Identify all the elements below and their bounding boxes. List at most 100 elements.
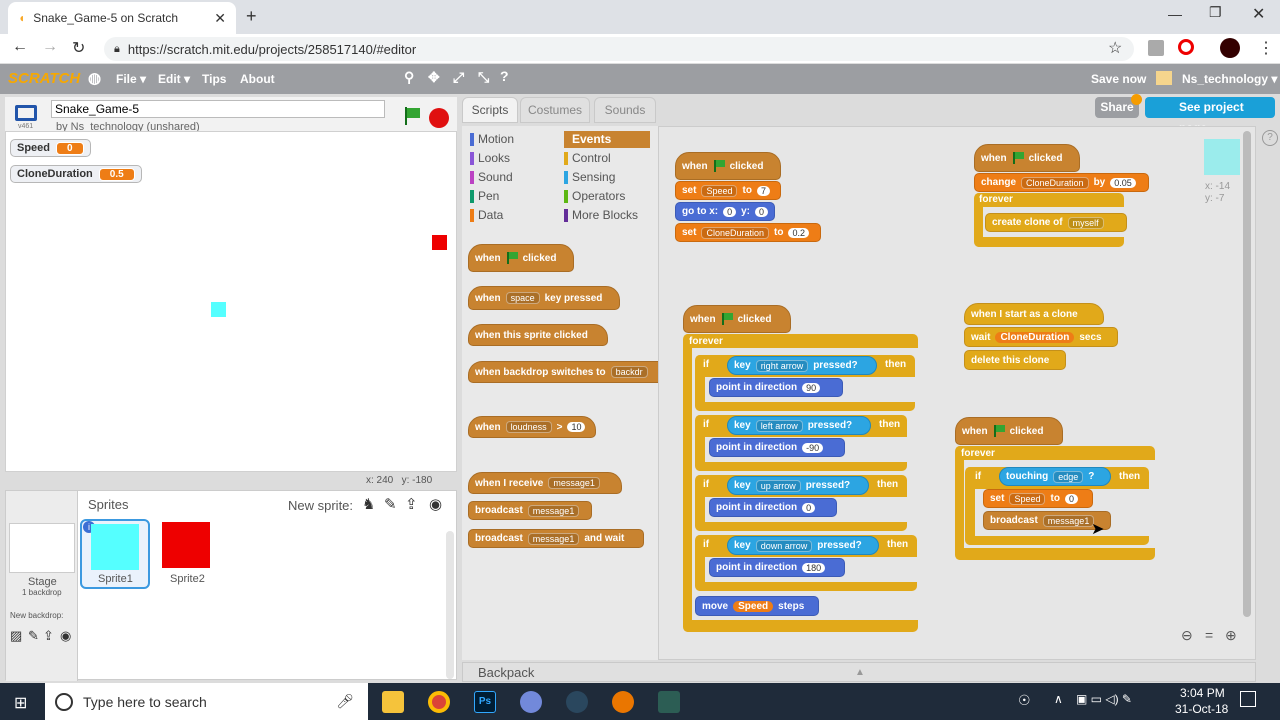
scripts-scrollbar[interactable] [1243, 131, 1251, 617]
profile-avatar[interactable] [1220, 38, 1240, 58]
point-direction-180[interactable]: point in direction 180 [709, 558, 845, 577]
chrome-menu-icon[interactable]: ⋮ [1258, 38, 1274, 58]
key-up-arrow-pressed[interactable]: key up arrow pressed? [727, 476, 869, 495]
category-events[interactable]: Events [564, 131, 650, 148]
green-flag-icon[interactable] [402, 107, 420, 125]
tab-scripts[interactable]: Scripts [462, 97, 518, 123]
category-pen[interactable]: Pen [470, 188, 499, 205]
category-motion[interactable]: Motion [470, 131, 514, 148]
tab-costumes[interactable]: Costumes [520, 97, 590, 123]
category-sound[interactable]: Sound [470, 169, 513, 186]
save-now-link[interactable]: Save now [1091, 72, 1146, 86]
palette-when-backdrop-switches[interactable]: when backdrop switches to backdr [468, 361, 658, 383]
sprites-scrollbar[interactable] [446, 531, 454, 679]
scratch-logo[interactable]: SCRATCH [8, 70, 80, 87]
opera-extension-icon[interactable] [1178, 39, 1194, 55]
category-sensing[interactable]: Sensing [564, 169, 615, 186]
chrome-icon[interactable] [428, 691, 450, 713]
tray-icons[interactable]: ▣ ▭ ◁) ✎ [1076, 692, 1132, 706]
upload-sprite-icon[interactable]: ⇪ [405, 495, 418, 513]
windows-start-icon[interactable]: ⊞ [14, 693, 27, 713]
upload-backdrop-icon[interactable]: ⇪ [43, 628, 54, 644]
extension-icon[interactable] [1148, 40, 1164, 56]
script4-wait-cloneduration[interactable]: wait CloneDuration secs [964, 327, 1118, 347]
duplicate-tool-icon[interactable]: ⚲ [404, 69, 414, 86]
file-explorer-icon[interactable] [382, 691, 404, 713]
point-direction-neg90[interactable]: point in direction -90 [709, 438, 845, 457]
palette-when-sprite-clicked[interactable]: when this sprite clicked [468, 324, 608, 346]
palette-when-i-receive[interactable]: when I receive message1 [468, 472, 622, 494]
forward-icon[interactable]: → [42, 38, 58, 56]
user-folder-icon[interactable] [1156, 71, 1172, 85]
point-direction-0[interactable]: point in direction 0 [709, 498, 837, 517]
help-icon[interactable]: ? [1262, 130, 1278, 146]
script4-delete-this-clone[interactable]: delete this clone [964, 350, 1066, 370]
palette-when-flag-clicked[interactable]: when clicked [468, 244, 574, 272]
zoom-out-icon[interactable]: ⊖ [1181, 627, 1193, 644]
paint-sprite-icon[interactable]: ✎ [384, 495, 397, 513]
script5-when-flag-clicked[interactable]: when clicked [955, 417, 1063, 445]
zoom-in-icon[interactable]: ⊕ [1225, 627, 1237, 644]
sprite-library-icon[interactable]: ♞ [362, 495, 375, 513]
script1-go-to-xy[interactable]: go to x: 0 y: 0 [675, 202, 775, 221]
minimize-icon[interactable]: — [1168, 6, 1182, 22]
category-operators[interactable]: Operators [564, 188, 625, 205]
presentation-mode-icon[interactable] [15, 105, 37, 121]
menu-edit[interactable]: Edit ▾ [158, 72, 190, 86]
scripts-area[interactable]: when clicked set Speed to 7 go to x: 0 y: 0 set… [658, 126, 1256, 660]
clock-time[interactable]: 3:04 PM [1180, 686, 1225, 700]
stage-canvas[interactable]: Speed 0 CloneDuration 0.5 [5, 131, 457, 472]
key-down-arrow-pressed[interactable]: key down arrow pressed? [727, 536, 879, 555]
script5-set-speed[interactable]: set Speed to 0 [983, 489, 1093, 508]
stage-thumbnail[interactable] [9, 523, 75, 573]
microphone-icon[interactable]: 🎤︎ [336, 693, 354, 710]
point-direction-90[interactable]: point in direction 90 [709, 378, 843, 397]
zoom-reset-icon[interactable]: = [1205, 627, 1213, 643]
address-bar[interactable]: 🔒︎ https://scratch.mit.edu/projects/2585… [104, 37, 1134, 61]
help-tool-icon[interactable]: ? [500, 68, 509, 84]
category-looks[interactable]: Looks [470, 150, 510, 167]
script3-when-flag-clicked[interactable]: when clicked [683, 305, 791, 333]
tray-chevron-icon[interactable]: ∧ [1054, 692, 1063, 706]
shrink-tool-icon[interactable]: ⤡ [478, 69, 489, 86]
action-center-icon[interactable] [1240, 691, 1256, 707]
palette-when-key-pressed[interactable]: when space key pressed [468, 286, 620, 310]
palette-when-loudness[interactable]: when loudness >10 [468, 416, 596, 438]
script2-change-cloneduration[interactable]: change CloneDuration by 0.05 [974, 173, 1149, 192]
see-project-page-button[interactable]: See project page [1145, 97, 1275, 135]
bookmark-star-icon[interactable]: ☆ [1108, 38, 1122, 58]
monitor-cloneduration[interactable]: CloneDuration 0.5 [10, 165, 142, 183]
menu-file[interactable]: File ▾ [116, 72, 146, 86]
expand-triangle-icon[interactable]: ▲ [855, 663, 865, 683]
draw-backdrop-icon[interactable]: ✎ [28, 628, 39, 644]
new-tab-button[interactable]: + [246, 6, 257, 27]
backpack-bar[interactable]: Backpack ▲ [462, 662, 1256, 682]
clock-date[interactable]: 31-Oct-18 [1175, 702, 1228, 716]
user-menu[interactable]: Ns_technology ▾ [1182, 72, 1277, 86]
category-more-blocks[interactable]: More Blocks [564, 207, 638, 224]
project-title-input[interactable] [51, 100, 385, 118]
taskbar-search[interactable]: Type here to search 🎤︎ [45, 683, 368, 720]
reload-icon[interactable]: ↻ [72, 38, 85, 58]
grow-tool-icon[interactable]: ⤢ [453, 69, 464, 86]
category-data[interactable]: Data [470, 207, 503, 224]
sprite1-on-stage[interactable] [211, 302, 226, 317]
paint-backdrop-icon[interactable]: ▨ [10, 628, 22, 644]
steam-icon[interactable] [566, 691, 588, 713]
stop-sign-icon[interactable] [429, 108, 449, 128]
app-icon[interactable] [658, 691, 680, 713]
script2-when-flag-clicked[interactable]: when clicked [974, 144, 1080, 172]
tab-sounds[interactable]: Sounds [594, 97, 656, 123]
monitor-speed[interactable]: Speed 0 [10, 139, 91, 157]
script4-when-start-as-clone[interactable]: when I start as a clone [964, 303, 1104, 325]
script1-set-speed[interactable]: set Speed to 7 [675, 181, 781, 200]
cut-tool-icon[interactable]: ✥ [428, 69, 440, 86]
camera-sprite-icon[interactable]: ◉ [429, 495, 442, 513]
menu-tips[interactable]: Tips [202, 72, 226, 86]
language-globe-icon[interactable]: ◍ [88, 69, 101, 87]
sprite-tile-sprite1[interactable]: i Sprite1 [80, 519, 150, 589]
browser-tab[interactable]: ◖ Snake_Game-5 on Scratch ✕ [8, 2, 236, 34]
people-icon[interactable]: ☉ [1018, 692, 1031, 709]
blender-icon[interactable] [612, 691, 634, 713]
palette-broadcast[interactable]: broadcast message1 [468, 501, 592, 520]
